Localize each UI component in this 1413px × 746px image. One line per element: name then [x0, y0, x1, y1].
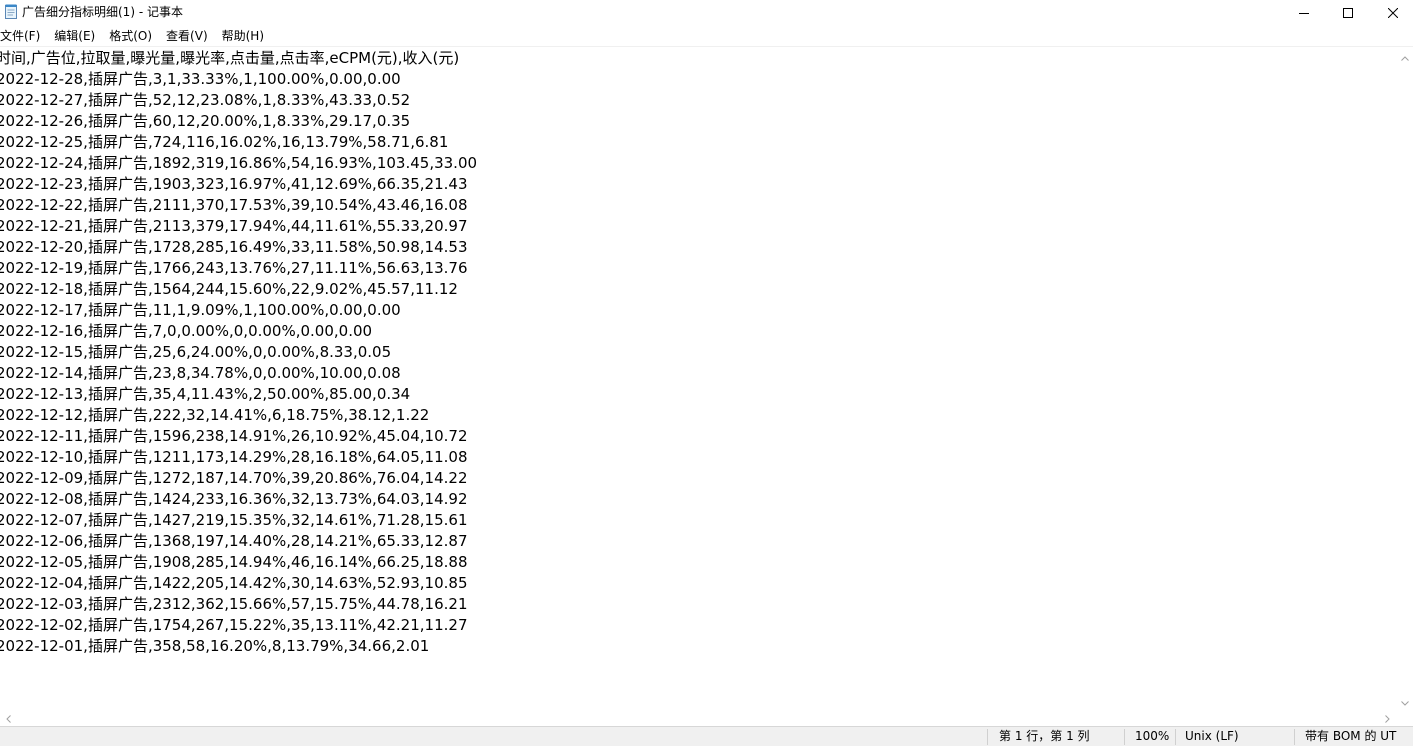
- scroll-up-button[interactable]: [1396, 47, 1413, 64]
- menu-edit[interactable]: 编辑(E): [54, 27, 102, 46]
- minimize-button[interactable]: [1281, 0, 1327, 24]
- status-divider: [1175, 729, 1176, 745]
- encoding: 带有 BOM 的 UT: [1305, 729, 1397, 743]
- zoom-level: 100%: [1135, 729, 1170, 743]
- text-line: 2022-12-15,插屏广告,25,6,24.00%,0,0.00%,8.33…: [0, 343, 392, 361]
- menu-file[interactable]: 文件(F): [0, 27, 47, 46]
- close-button[interactable]: [1370, 0, 1413, 24]
- text-line: 2022-12-12,插屏广告,222,32,14.41%,6,18.75%,3…: [0, 406, 430, 424]
- text-line: 2022-12-03,插屏广告,2312,362,15.66%,57,15.75…: [0, 595, 468, 613]
- text-line: 2022-12-28,插屏广告,3,1,33.33%,1,100.00%,0.0…: [0, 70, 401, 88]
- text-line: 时间,广告位,拉取量,曝光量,曝光率,点击量,点击率,eCPM(元),收入(元): [0, 49, 460, 67]
- chevron-up-icon: [1400, 46, 1409, 65]
- notepad-icon: [4, 4, 18, 19]
- scroll-left-button[interactable]: [0, 709, 17, 726]
- text-line: 2022-12-02,插屏广告,1754,267,15.22%,35,13.11…: [0, 616, 468, 634]
- text-line: 2022-12-04,插屏广告,1422,205,14.42%,30,14.63…: [0, 574, 468, 592]
- horizontal-scrollbar[interactable]: [0, 709, 1396, 726]
- text-line: 2022-12-21,插屏广告,2113,379,17.94%,44,11.61…: [0, 217, 468, 235]
- menu-view[interactable]: 查看(V): [166, 27, 215, 46]
- text-line: 2022-12-19,插屏广告,1766,243,13.76%,27,11.11…: [0, 259, 468, 277]
- text-line: 2022-12-24,插屏广告,1892,319,16.86%,54,16.93…: [0, 154, 478, 172]
- status-divider: [1124, 729, 1125, 745]
- vertical-scrollbar[interactable]: [1396, 47, 1413, 709]
- chevron-right-icon: [1385, 708, 1390, 727]
- scroll-right-button[interactable]: [1379, 709, 1396, 726]
- text-line: 2022-12-01,插屏广告,358,58,16.20%,8,13.79%,3…: [0, 637, 430, 655]
- window-title: 广告细分指标明细(1) - 记事本: [22, 5, 183, 19]
- text-line: 2022-12-22,插屏广告,2111,370,17.53%,39,10.54…: [0, 196, 468, 214]
- maximize-button[interactable]: [1325, 0, 1371, 24]
- status-divider: [1294, 729, 1295, 745]
- maximize-icon: [1343, 3, 1353, 22]
- text-line: 2022-12-23,插屏广告,1903,323,16.97%,41,12.69…: [0, 175, 468, 193]
- text-line: 2022-12-05,插屏广告,1908,285,14.94%,46,16.14…: [0, 553, 468, 571]
- text-line: 2022-12-16,插屏广告,7,0,0.00%,0,0.00%,0.00,0…: [0, 322, 373, 340]
- minimize-icon: [1299, 3, 1309, 22]
- scrollbar-corner: [1396, 709, 1413, 726]
- text-line: 2022-12-20,插屏广告,1728,285,16.49%,33,11.58…: [0, 238, 468, 256]
- text-line: 2022-12-11,插屏广告,1596,238,14.91%,26,10.92…: [0, 427, 468, 445]
- menu-bar: 文件(F) 编辑(E) 格式(O) 查看(V) 帮助(H): [0, 27, 1413, 46]
- text-line: 2022-12-26,插屏广告,60,12,20.00%,1,8.33%,29.…: [0, 112, 411, 130]
- scroll-down-button[interactable]: [1396, 692, 1413, 709]
- text-line: 2022-12-10,插屏广告,1211,173,14.29%,28,16.18…: [0, 448, 468, 466]
- notepad-window: 广告细分指标明细(1) - 记事本 文件(F) 编辑(E) 格式(O) 查看(V…: [0, 0, 1413, 746]
- text-line: 2022-12-09,插屏广告,1272,187,14.70%,39,20.86…: [0, 469, 468, 487]
- editor-lines: 时间,广告位,拉取量,曝光量,曝光率,点击量,点击率,eCPM(元),收入(元)…: [0, 48, 477, 657]
- menu-format[interactable]: 格式(O): [109, 27, 159, 46]
- close-icon: [1387, 3, 1399, 22]
- text-line: 2022-12-06,插屏广告,1368,197,14.40%,28,14.21…: [0, 532, 468, 550]
- text-line: 2022-12-27,插屏广告,52,12,23.08%,1,8.33%,43.…: [0, 91, 411, 109]
- status-bar: 第 1 行，第 1 列 100% Unix (LF) 带有 BOM 的 UT: [0, 726, 1413, 746]
- text-line: 2022-12-18,插屏广告,1564,244,15.60%,22,9.02%…: [0, 280, 458, 298]
- cursor-position: 第 1 行，第 1 列: [999, 729, 1090, 743]
- text-line: 2022-12-25,插屏广告,724,116,16.02%,16,13.79%…: [0, 133, 449, 151]
- text-editor[interactable]: 时间,广告位,拉取量,曝光量,曝光率,点击量,点击率,eCPM(元),收入(元)…: [0, 47, 1396, 709]
- chevron-down-icon: [1400, 691, 1409, 710]
- text-line: 2022-12-08,插屏广告,1424,233,16.36%,32,13.73…: [0, 490, 468, 508]
- chevron-left-icon: [6, 708, 11, 727]
- title-bar[interactable]: 广告细分指标明细(1) - 记事本: [0, 0, 1413, 24]
- text-line: 2022-12-17,插屏广告,11,1,9.09%,1,100.00%,0.0…: [0, 301, 401, 319]
- text-line: 2022-12-07,插屏广告,1427,219,15.35%,32,14.61…: [0, 511, 468, 529]
- status-divider: [987, 729, 988, 745]
- line-ending: Unix (LF): [1185, 729, 1239, 743]
- text-line: 2022-12-14,插屏广告,23,8,34.78%,0,0.00%,10.0…: [0, 364, 401, 382]
- text-line: 2022-12-13,插屏广告,35,4,11.43%,2,50.00%,85.…: [0, 385, 411, 403]
- menu-help[interactable]: 帮助(H): [222, 27, 271, 46]
